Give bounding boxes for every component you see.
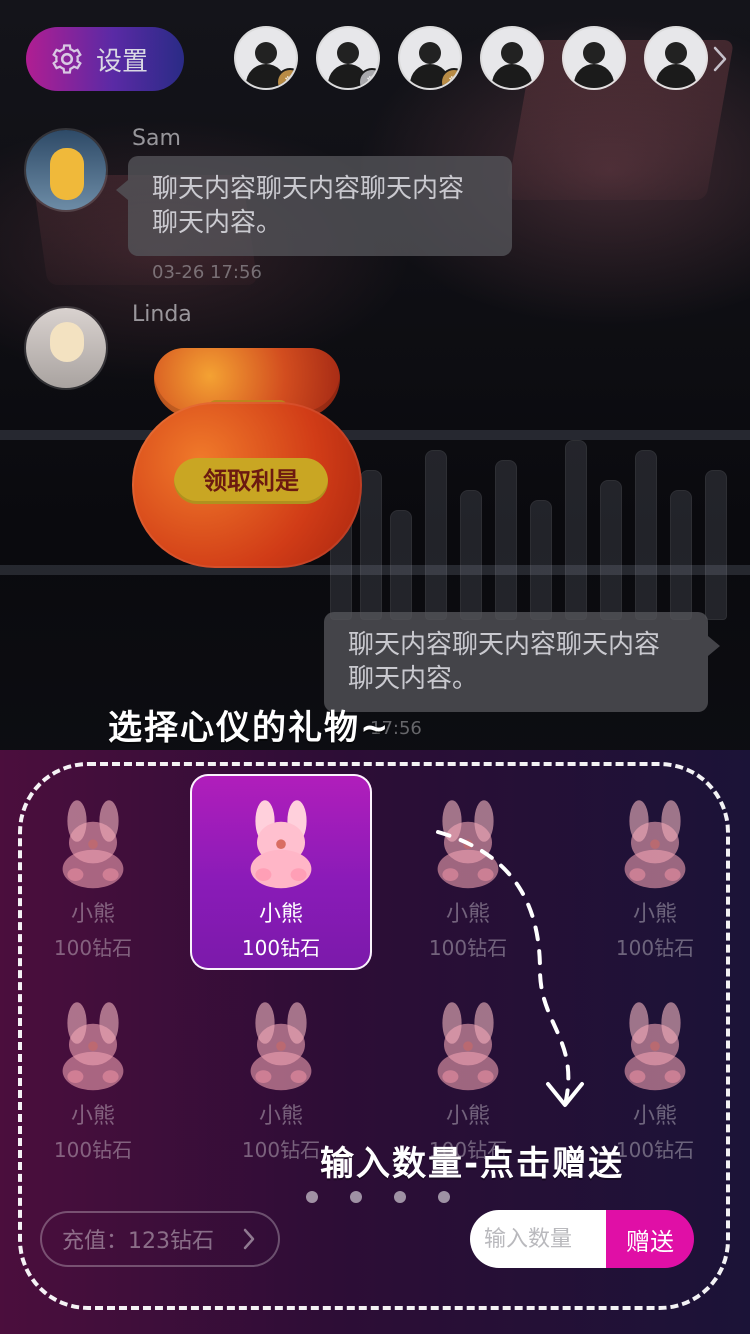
gift-name: 小熊 bbox=[445, 1104, 490, 1129]
chat-bubble: 聊天内容聊天内容聊天内容 聊天内容。 bbox=[324, 612, 720, 712]
claim-red-packet-button[interactable]: 领取利是 bbox=[174, 458, 328, 504]
gift-grid: 小熊 100钻石 小熊 100钻石 小熊 100钻石 小熊 100钻石 小熊 1… bbox=[0, 770, 750, 1180]
viewer-avatars: ♛ ♛ ♛ bbox=[236, 28, 706, 92]
page-dot[interactable] bbox=[438, 1191, 450, 1203]
gift-price: 100钻石 bbox=[615, 936, 695, 960]
page-dot[interactable] bbox=[306, 1191, 318, 1203]
gift-name: 小熊 bbox=[632, 1104, 677, 1129]
screen: 设置 ♛ ♛ ♛ Sam 聊天内容聊天内容聊天内容 聊天内容。 03-26 17… bbox=[0, 0, 750, 1334]
crown-icon: ♛ bbox=[278, 70, 296, 88]
chevron-right-icon[interactable] bbox=[708, 44, 732, 74]
message-timestamp: 03-26 17:56 bbox=[152, 262, 262, 283]
viewer-avatar[interactable] bbox=[646, 28, 706, 88]
pager-dots bbox=[306, 1191, 456, 1203]
red-packet[interactable]: 领取利是 bbox=[132, 348, 362, 568]
avatar-figure bbox=[50, 322, 84, 362]
user-avatar[interactable] bbox=[26, 130, 106, 210]
viewer-avatar[interactable] bbox=[482, 28, 542, 88]
gift-price: 100钻石 bbox=[53, 1138, 133, 1162]
settings-button[interactable]: 设置 bbox=[26, 27, 184, 91]
bear-gift-icon bbox=[62, 800, 124, 889]
gift-item[interactable]: 小熊 100钻石 bbox=[2, 774, 184, 970]
gift-name: 小熊 bbox=[258, 902, 303, 927]
viewer-avatar[interactable]: ♛ bbox=[318, 28, 378, 88]
gift-item[interactable]: 小熊 100钻石 bbox=[564, 774, 746, 970]
gift-item-selected[interactable]: 小熊 100钻石 bbox=[190, 774, 372, 970]
gift-name: 小熊 bbox=[632, 902, 677, 927]
viewer-avatar[interactable]: ♛ bbox=[236, 28, 296, 88]
gift-price: 100钻石 bbox=[53, 936, 133, 960]
bear-gift-icon bbox=[624, 1002, 686, 1091]
avatar-body bbox=[656, 64, 696, 88]
viewer-avatar[interactable] bbox=[564, 28, 624, 88]
bear-gift-icon bbox=[250, 800, 312, 889]
gift-name: 小熊 bbox=[70, 1104, 115, 1129]
bear-gift-icon bbox=[437, 800, 499, 889]
viewer-avatar[interactable]: ♛ bbox=[400, 28, 460, 88]
gift-name: 小熊 bbox=[258, 1104, 303, 1129]
chat-text-line: 聊天内容。 bbox=[348, 664, 479, 694]
gift-item[interactable]: 小熊 100钻石 bbox=[2, 976, 184, 1172]
avatar-head bbox=[665, 42, 687, 64]
bear-gift-icon bbox=[62, 1002, 124, 1091]
gift-name: 小熊 bbox=[70, 902, 115, 927]
chat-text-line: 聊天内容聊天内容聊天内容 bbox=[152, 174, 465, 204]
avatar-head bbox=[583, 42, 605, 64]
avatar-head bbox=[419, 42, 441, 64]
gift-price: 100钻石 bbox=[615, 1138, 695, 1162]
username: Sam bbox=[132, 126, 181, 151]
gift-price: 100钻石 bbox=[241, 936, 321, 960]
chat-bubble: 聊天内容聊天内容聊天内容 聊天内容。 bbox=[116, 156, 512, 256]
page-dot[interactable] bbox=[394, 1191, 406, 1203]
page-dot[interactable] bbox=[350, 1191, 362, 1203]
crown-icon: ♛ bbox=[442, 70, 460, 88]
chat-area: Sam 聊天内容聊天内容聊天内容 聊天内容。 03-26 17:56 Linda… bbox=[0, 120, 750, 750]
user-avatar[interactable] bbox=[26, 308, 106, 388]
avatar-body bbox=[492, 64, 532, 88]
crown-icon: ♛ bbox=[360, 70, 378, 88]
bear-gift-icon bbox=[624, 800, 686, 889]
recharge-button[interactable]: 充值：123钻石 bbox=[40, 1211, 280, 1267]
settings-label: 设置 bbox=[96, 46, 149, 77]
recharge-label: 充值：123钻石 bbox=[62, 1229, 214, 1254]
send-gift-button[interactable]: 赠送 bbox=[606, 1210, 694, 1268]
chat-text-line: 聊天内容聊天内容聊天内容 bbox=[348, 630, 661, 660]
chat-text-line: 聊天内容。 bbox=[152, 208, 283, 238]
gift-item[interactable]: 小熊 100钻石 bbox=[377, 774, 559, 970]
avatar-head bbox=[255, 42, 277, 64]
quantity-send-hint: 输入数量-点击赠送 bbox=[320, 1144, 625, 1184]
avatar-head bbox=[501, 42, 523, 64]
quantity-and-send: 赠送 bbox=[470, 1210, 694, 1268]
avatar-body bbox=[574, 64, 614, 88]
gift-name: 小熊 bbox=[445, 902, 490, 927]
avatar-head bbox=[337, 42, 359, 64]
username: Linda bbox=[132, 302, 192, 327]
gift-price: 100钻石 bbox=[428, 936, 508, 960]
top-bar: 设置 ♛ ♛ ♛ bbox=[0, 0, 750, 118]
chevron-right-icon bbox=[240, 1226, 258, 1252]
select-gift-hint: 选择心仪的礼物~ bbox=[108, 708, 391, 748]
quantity-input[interactable] bbox=[470, 1210, 606, 1268]
avatar-figure bbox=[50, 148, 84, 200]
gift-price: 100钻石 bbox=[241, 1138, 321, 1162]
bear-gift-icon bbox=[437, 1002, 499, 1091]
bear-gift-icon bbox=[250, 1002, 312, 1091]
gear-icon bbox=[50, 42, 84, 76]
